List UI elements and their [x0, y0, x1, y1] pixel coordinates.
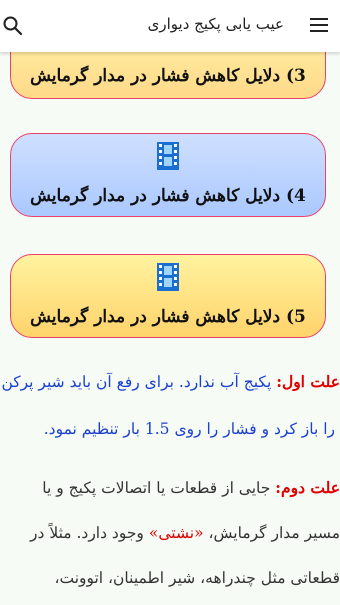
film-icon: [157, 263, 179, 291]
cause-2-text-b: وجود دارد. مثلاً در: [30, 524, 144, 542]
cause-2-title: علت دوم:: [275, 478, 340, 497]
leak-quote[interactable]: «نشتی»: [149, 524, 204, 542]
app-bar: عیب یابی پکیج دیواری: [0, 0, 340, 52]
cause-2-line-2: مسیر مدار گرمایش، «نشتی» وجود دارد. مثلا…: [30, 524, 340, 542]
cause-2-text-a: مسیر مدار گرمایش،: [208, 524, 340, 542]
cause-1-line-2: را باز کرد و فشار را روی 1.5 بار تنظیم ن…: [43, 420, 335, 438]
menu-icon[interactable]: [308, 14, 330, 36]
cause-2-text: جایی از قطعات یا اتصالات پکیج و یا: [42, 479, 271, 497]
cause-1-line-1: علت اول: پکیج آب ندارد. برای رفع آن باید…: [1, 372, 340, 391]
search-icon[interactable]: [2, 15, 24, 37]
card-label: 4) دلایل کاهش فشار در مدار گرمایش: [30, 186, 306, 206]
cause-1-text: پکیج آب ندارد. برای رفع آن باید شیر پرکن: [1, 373, 272, 391]
film-icon: [157, 142, 179, 170]
cause-2-line-3: قطعاتی مثل چندراهه، شیر اطمینان، اتوونت،: [54, 569, 340, 587]
cause-2-line-1: علت دوم: جایی از قطعات یا اتصالات پکیج و…: [42, 478, 340, 497]
card-label: 5) دلایل کاهش فشار در مدار گرمایش: [30, 307, 306, 327]
article-card-5[interactable]: 5) دلایل کاهش فشار در مدار گرمایش: [10, 254, 326, 338]
cause-1-title: علت اول:: [276, 372, 340, 391]
app-title: عیب یابی پکیج دیواری: [147, 15, 284, 33]
card-label: 3) دلایل کاهش فشار در مدار گرمایش: [30, 66, 306, 86]
article-card-4[interactable]: 4) دلایل کاهش فشار در مدار گرمایش: [10, 133, 326, 217]
